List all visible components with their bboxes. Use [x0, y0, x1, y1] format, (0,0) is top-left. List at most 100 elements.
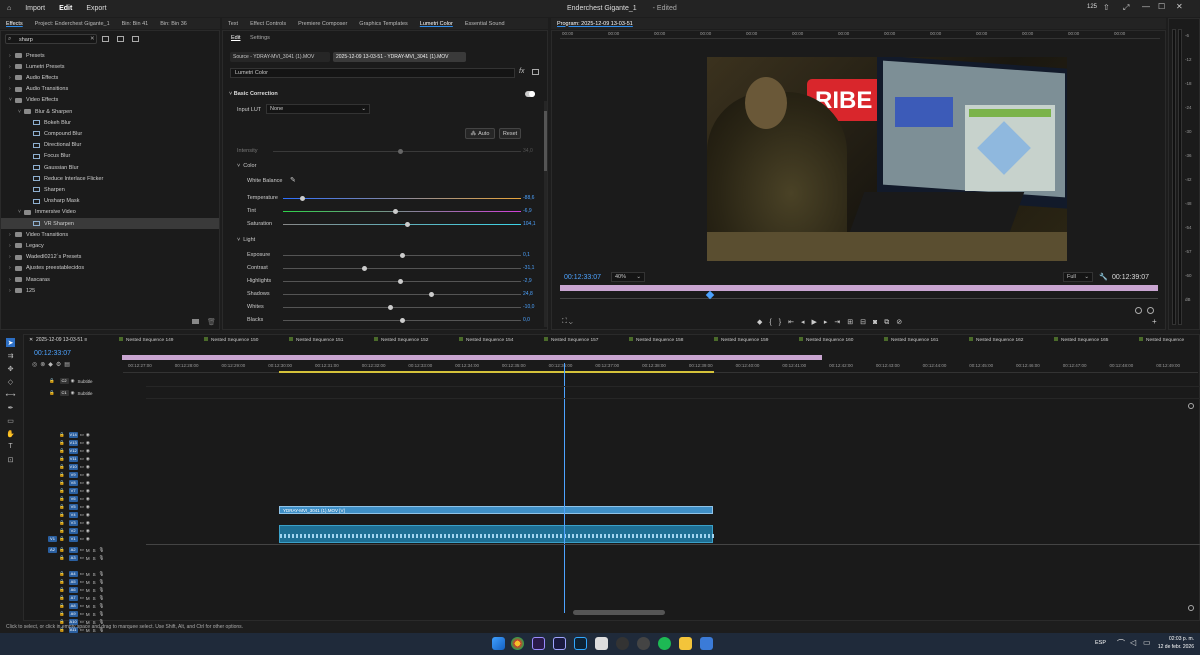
slider-track[interactable]	[283, 318, 521, 323]
list-item[interactable]: VR Sharpen	[1, 218, 219, 229]
pen-tool-icon[interactable]: ✒	[6, 403, 15, 412]
32bit-filter-icon[interactable]	[117, 36, 124, 42]
tab-effects[interactable]: Effects	[0, 21, 29, 27]
mic-icon[interactable]: 🎙	[99, 547, 105, 553]
lock-icon[interactable]: 🔒	[59, 603, 65, 609]
app-icon[interactable]	[637, 637, 650, 650]
intensity-slider[interactable]	[273, 149, 521, 154]
list-item[interactable]: Directional Blur	[1, 140, 219, 151]
eye-icon[interactable]: ◉	[71, 390, 75, 396]
list-item[interactable]: Compound Blur	[1, 128, 219, 139]
razor-tool-icon[interactable]: ◇	[6, 377, 15, 386]
reset-button[interactable]: Reset	[499, 128, 521, 139]
hand-tool-icon[interactable]: ✋	[6, 429, 15, 438]
track-name[interactable]: V6	[68, 496, 78, 502]
timeline-timecode[interactable]: 00:12:33:07	[34, 350, 71, 357]
sync-icon[interactable]: ▭	[80, 603, 84, 609]
premiere-icon[interactable]	[532, 637, 545, 650]
track-name[interactable]: V2	[68, 528, 78, 534]
source-chip[interactable]: Source - YDRAY-MVI_3041 (1).MOV	[230, 52, 330, 62]
zoom-select[interactable]: 40% ⌄	[611, 272, 645, 282]
solo-icon[interactable]: S	[93, 604, 96, 609]
slider-track[interactable]	[283, 196, 521, 201]
slider-knob[interactable]	[404, 222, 410, 227]
lock-icon[interactable]: 🔒	[59, 472, 65, 478]
list-item[interactable]: › Wadedl0212´s Presets	[1, 252, 219, 263]
audio-track-header[interactable]: 🔒 A8 ▭ M S 🎙	[46, 602, 132, 610]
nested-sequence-tab[interactable]: Nested Sequence	[1139, 337, 1184, 343]
sync-icon[interactable]: ▭	[80, 488, 84, 494]
slider-value[interactable]: 104,1	[523, 221, 536, 227]
slider-knob[interactable]	[361, 266, 367, 271]
step-back-icon[interactable]: ◂	[801, 319, 812, 326]
rectangle-tool-icon[interactable]: ▭	[6, 416, 15, 425]
mute-icon[interactable]: M	[86, 596, 90, 601]
zoom-handle[interactable]	[1135, 307, 1142, 314]
effect-select[interactable]: Lumetri Color	[230, 68, 515, 78]
lock-icon[interactable]: 🔒	[59, 456, 65, 462]
basic-correction-toggle[interactable]	[525, 91, 535, 97]
basic-correction-header[interactable]: ˅ Basic Correction	[229, 91, 278, 97]
solo-icon[interactable]: S	[93, 580, 96, 585]
insert-icon[interactable]: ⊞	[847, 319, 860, 326]
solo-icon[interactable]: S	[93, 556, 96, 561]
lock-icon[interactable]: 🔒	[59, 512, 65, 518]
timeline-scrollbar[interactable]	[573, 610, 665, 615]
slider-value[interactable]: -6,9	[523, 208, 532, 214]
track-name[interactable]: A8	[68, 603, 78, 609]
track-name[interactable]: V8	[68, 480, 78, 486]
audio-track-header[interactable]: A2 🔒 A2 ▭ M S 🎙	[46, 546, 132, 554]
chrome-icon[interactable]	[511, 637, 524, 650]
audio-track-header[interactable]: 🔒 A7 ▭ M S 🎙	[46, 594, 132, 602]
mark-in-icon[interactable]: {	[769, 319, 778, 326]
nested-sequence-tab[interactable]: Nested Sequence 165	[1054, 337, 1108, 343]
slider-track[interactable]	[283, 222, 521, 227]
obs-icon[interactable]	[616, 637, 629, 650]
nested-sequence-tab[interactable]: Nested Sequence 161	[884, 337, 938, 343]
menu-import[interactable]: Import	[18, 5, 52, 12]
menu-export[interactable]: Export	[79, 5, 113, 12]
photoshop-icon[interactable]	[574, 637, 587, 650]
tab-text[interactable]: Text	[222, 21, 244, 27]
audio-track-header[interactable]: 🔒 A9 ▭ M S 🎙	[46, 610, 132, 618]
mute-icon[interactable]: M	[86, 548, 90, 553]
slider-track[interactable]	[283, 266, 521, 271]
slider-knob[interactable]	[388, 305, 394, 310]
video-track-header[interactable]: 🔒 V3 ▭ ◉	[46, 519, 132, 527]
track-name[interactable]: V4	[68, 512, 78, 518]
sync-icon[interactable]: ▭	[80, 472, 84, 478]
list-item[interactable]: ˅ Video Effects	[1, 95, 219, 106]
settings-icon[interactable]: ⛶ ⌄	[562, 318, 573, 326]
mute-icon[interactable]: M	[86, 580, 90, 585]
audio-track-header[interactable]: 🔒 A5 ▭ M S 🎙	[46, 578, 132, 586]
list-item[interactable]: › Ajustes preestablecidos	[1, 263, 219, 274]
mic-icon[interactable]: 🎙	[99, 587, 105, 593]
overwrite-icon[interactable]: ⊟	[860, 319, 873, 326]
lock-icon[interactable]: 🔒	[59, 520, 65, 526]
after-effects-icon[interactable]	[553, 637, 566, 650]
type-tool-icon[interactable]: T	[6, 442, 15, 451]
lock-icon[interactable]: 🔒	[59, 448, 65, 454]
list-item[interactable]: Reduce Interlace Flicker	[1, 173, 219, 184]
audio-clip[interactable]	[279, 525, 714, 543]
file-explorer-icon[interactable]	[679, 637, 692, 650]
go-to-in-icon[interactable]: ⇤	[788, 319, 801, 326]
mic-icon[interactable]: 🎙	[99, 611, 105, 617]
close-icon[interactable]: ✕	[1176, 2, 1183, 11]
list-item[interactable]: Unsharp Mask	[1, 196, 219, 207]
volume-icon[interactable]: ◁	[1130, 638, 1136, 647]
tab-effect-controls[interactable]: Effect Controls	[244, 21, 292, 27]
search-field[interactable]: ⌕ sharp ✕	[5, 34, 97, 44]
mute-icon[interactable]: M	[86, 604, 90, 609]
wrench-icon[interactable]: 🔧	[1099, 273, 1108, 281]
slider-knob[interactable]	[428, 292, 434, 297]
sync-icon[interactable]: ▭	[80, 432, 84, 438]
eye-icon[interactable]: ◉	[71, 378, 75, 384]
list-item[interactable]: ˅ Immersive Video	[1, 207, 219, 218]
video-track-header[interactable]: 🔒 V10 ▭ ◉	[46, 463, 132, 471]
sync-icon[interactable]: ▭	[80, 456, 84, 462]
subtitle-track-header[interactable]: 🔒 C2 ◉ Subtitle	[49, 377, 135, 385]
new-bin-icon[interactable]	[192, 319, 199, 324]
solo-icon[interactable]: S	[93, 588, 96, 593]
sequence-tab[interactable]: ✕ 2025-12-09 13-03-51 ≡	[29, 337, 87, 343]
